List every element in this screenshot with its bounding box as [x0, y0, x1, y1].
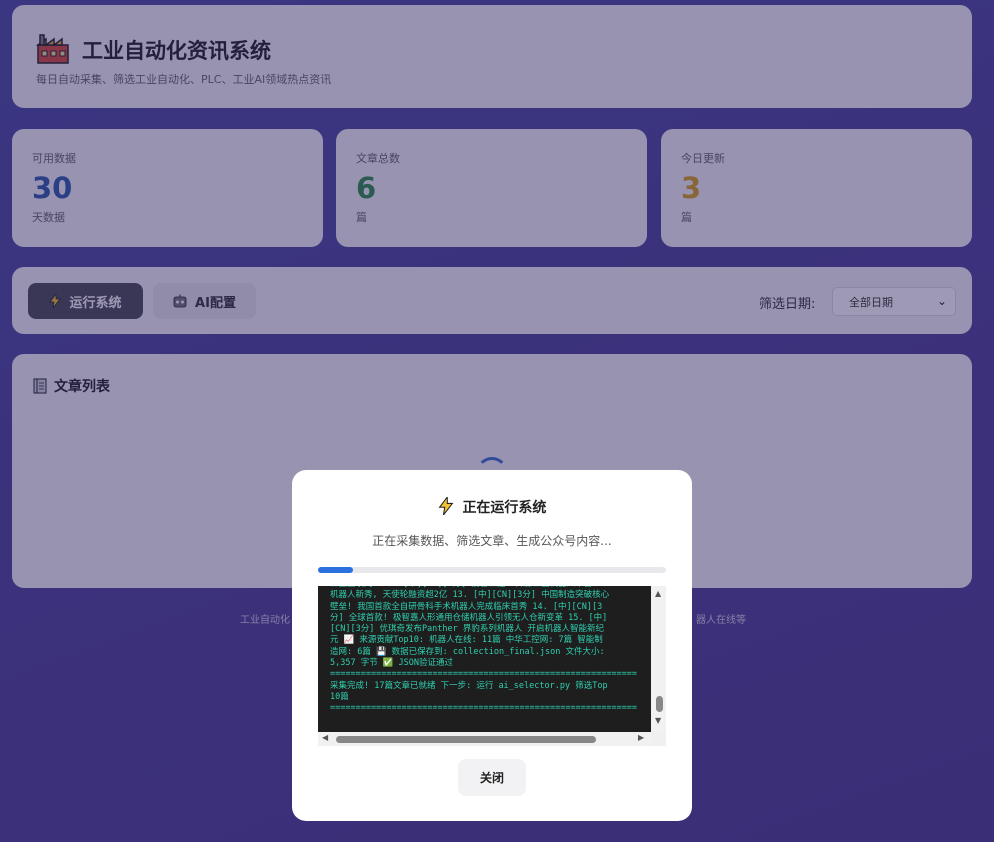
vertical-scroll-thumb[interactable] [656, 696, 663, 712]
progress-bar [318, 567, 666, 573]
scroll-left-icon[interactable]: ◀ [322, 733, 328, 742]
close-button[interactable]: 关闭 [458, 759, 526, 796]
modal-title-row: 正在运行系统 [292, 495, 692, 517]
modal-title: 正在运行系统 [462, 500, 547, 516]
horizontal-scroll-thumb[interactable] [336, 736, 596, 743]
run-system-modal: 正在运行系统 正在采集数据、筛选文章、生成公众号内容... 工业互联网 12. … [292, 470, 692, 821]
lightning-icon [438, 495, 454, 516]
console-output[interactable]: 工业互联网 12. [中][CN][3分] 爱智工控: 开源工业机器人平台 机器… [318, 586, 651, 732]
console-log-text: 工业互联网 12. [中][CN][3分] 爱智工控: 开源工业机器人平台 机器… [330, 586, 638, 714]
horizontal-scrollbar[interactable]: ◀ ▶ [318, 732, 653, 746]
page-background: 工业自动化资讯系统 每日自动采集、筛选工业自动化、PLC、工业AI领域热点资讯 … [0, 0, 994, 842]
scroll-down-icon[interactable]: ▼ [655, 716, 661, 725]
progress-bar-fill [318, 567, 353, 573]
scroll-up-icon[interactable]: ▲ [655, 589, 661, 598]
vertical-scrollbar[interactable]: ▲ ▼ [653, 586, 666, 732]
scroll-right-icon[interactable]: ▶ [638, 733, 644, 742]
modal-subtitle: 正在采集数据、筛选文章、生成公众号内容... [372, 534, 612, 548]
console-output-panel[interactable]: 工业互联网 12. [中][CN][3分] 爱智工控: 开源工业机器人平台 机器… [318, 586, 666, 746]
